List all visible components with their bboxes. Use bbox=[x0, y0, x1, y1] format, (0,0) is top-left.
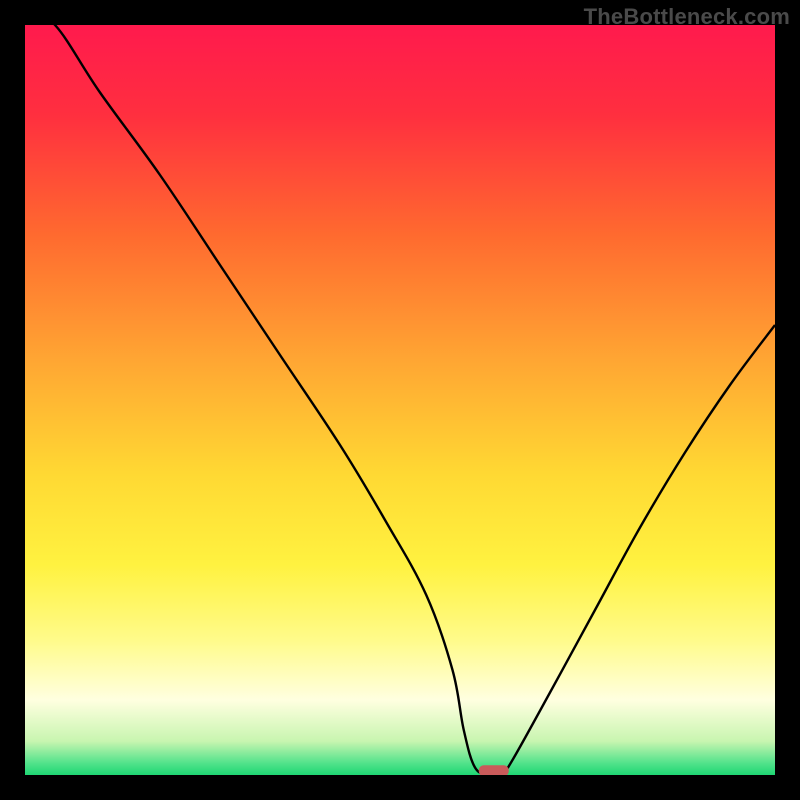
chart-container: TheBottleneck.com bbox=[0, 0, 800, 800]
bottleneck-chart bbox=[25, 25, 775, 775]
optimal-marker bbox=[479, 765, 509, 775]
gradient-background bbox=[25, 25, 775, 775]
plot-area bbox=[25, 25, 775, 775]
watermark-text: TheBottleneck.com bbox=[584, 4, 790, 30]
